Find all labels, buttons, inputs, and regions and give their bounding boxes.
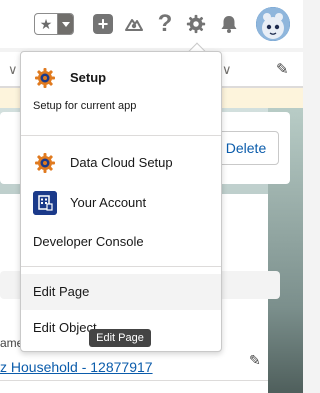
setup-menu: Setup Setup for current app Data Cloud S… bbox=[20, 51, 222, 352]
pencil-icon[interactable]: ✎ bbox=[276, 60, 289, 78]
menu-item-data-cloud-setup[interactable]: Data Cloud Setup bbox=[21, 145, 221, 181]
plus-icon[interactable]: + bbox=[93, 14, 113, 34]
setup-subtitle: Setup for current app bbox=[33, 100, 137, 112]
account-icon bbox=[33, 191, 57, 215]
setup-header-item[interactable]: Setup Setup for current app bbox=[21, 52, 221, 134]
menu-item-edit-page[interactable]: Edit Page bbox=[21, 274, 221, 310]
favorites-button-group: ★ bbox=[34, 13, 74, 35]
help-icon[interactable]: ? bbox=[156, 11, 174, 37]
field-value-name-link[interactable]: z Household - 12877917 bbox=[0, 359, 153, 375]
menu-item-developer-console[interactable]: Developer Console bbox=[21, 224, 221, 260]
menu-item-label: Developer Console bbox=[33, 234, 144, 249]
trailhead-icon[interactable] bbox=[123, 13, 145, 35]
pencil-icon[interactable]: ✎ bbox=[249, 352, 261, 369]
gear-icon[interactable] bbox=[185, 13, 207, 35]
field-divider bbox=[0, 380, 268, 381]
menu-item-label: Edit Object bbox=[33, 320, 97, 335]
menu-item-label: Data Cloud Setup bbox=[70, 155, 173, 170]
gear-icon bbox=[35, 153, 55, 173]
menu-item-your-account[interactable]: Your Account bbox=[21, 185, 221, 221]
menu-item-label: Edit Page bbox=[33, 284, 90, 299]
bell-icon[interactable] bbox=[218, 13, 240, 35]
chevron-down-icon[interactable]: ∨ bbox=[222, 62, 232, 78]
global-header: ★ + ? bbox=[0, 0, 303, 48]
delete-button[interactable]: Delete bbox=[213, 131, 279, 165]
chevron-down-icon[interactable] bbox=[58, 14, 73, 34]
star-icon[interactable]: ★ bbox=[35, 14, 58, 34]
tooltip: Edit Page bbox=[89, 329, 151, 347]
menu-item-label: Your Account bbox=[70, 195, 147, 210]
avatar[interactable] bbox=[256, 7, 290, 41]
menu-divider bbox=[21, 135, 221, 136]
menu-divider bbox=[21, 266, 221, 267]
chevron-down-icon[interactable]: ∨ bbox=[8, 62, 18, 78]
gear-icon bbox=[35, 68, 55, 88]
setup-title: Setup bbox=[70, 70, 107, 85]
